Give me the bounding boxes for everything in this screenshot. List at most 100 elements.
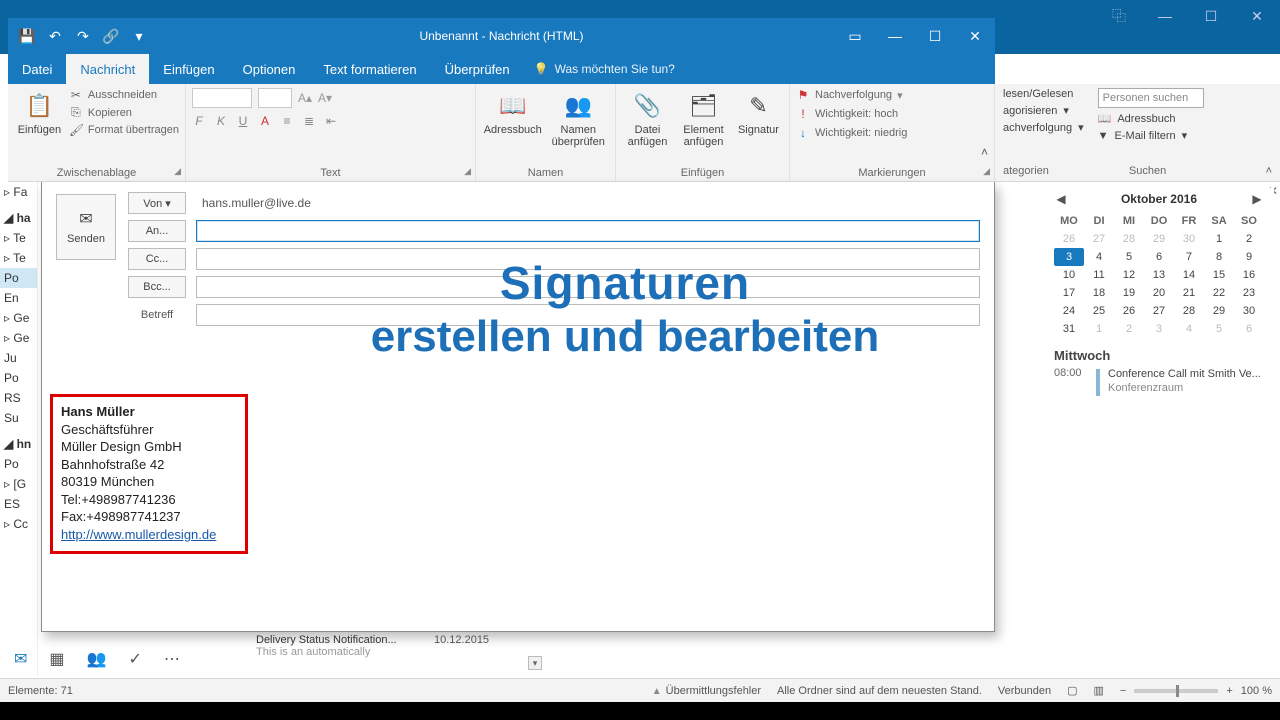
calendar-day[interactable]: 13 [1144,266,1174,284]
folder-item[interactable]: ▹ Ge [0,308,37,328]
calendar-day[interactable]: 3 [1054,248,1084,266]
zoom-out-icon[interactable]: − [1120,685,1126,697]
calendar-day[interactable]: 9 [1234,248,1264,266]
bold-button[interactable]: F [192,114,206,128]
calendar-day[interactable]: 26 [1054,230,1084,248]
main-close-icon[interactable]: ✕ [1234,0,1280,32]
followup-button[interactable]: ⚑Nachverfolgung ▾ [796,88,988,102]
folder-item[interactable]: ◢ hn [0,434,37,454]
calendar-day[interactable]: 16 [1234,266,1264,284]
msg-subject[interactable]: Delivery Status Notification... [256,634,536,646]
scroll-down-icon[interactable]: ▾ [528,656,542,670]
folder-item[interactable]: ▹ Ge [0,328,37,348]
attach-item-button[interactable]: 🗂 Element anfügen [677,88,730,148]
categorize-button[interactable]: agorisieren ▾ [1003,104,1084,117]
folder-item[interactable]: Po [0,454,37,474]
msg-close-icon[interactable]: ✕ [955,18,995,54]
indent-button[interactable]: ⇤ [324,114,338,128]
main-maximize-icon[interactable]: ☐ [1188,0,1234,32]
cut-button[interactable]: ✂Ausschneiden [69,88,179,102]
calendar-day[interactable]: 14 [1174,266,1204,284]
calendar-day[interactable]: 15 [1204,266,1234,284]
calendar-day[interactable]: 19 [1114,284,1144,302]
people-search-input[interactable]: Personen suchen [1098,88,1204,108]
send-button[interactable]: ✉ Senden [56,194,116,260]
calendar-day[interactable]: 4 [1174,320,1204,338]
nav-tasks-icon[interactable]: ✓ [128,649,141,669]
msg-popup-icon[interactable]: ▭ [835,18,875,54]
calendar-day[interactable]: 27 [1084,230,1114,248]
calendar-day[interactable]: 20 [1144,284,1174,302]
save-icon[interactable]: 💾 [18,28,36,45]
calendar-day[interactable]: 6 [1234,320,1264,338]
paste-button[interactable]: 📋 Einfügen [14,88,65,136]
folder-item[interactable]: Su [0,408,37,428]
collapse-ribbon-icon[interactable]: ˄ [981,145,988,159]
font-family-combo[interactable] [192,88,252,108]
calendar-day[interactable]: 2 [1114,320,1144,338]
folder-item[interactable]: RS [0,388,37,408]
nav-people-icon[interactable]: 👥 [87,649,107,669]
calendar-day[interactable]: 18 [1084,284,1114,302]
font-size-combo[interactable] [258,88,292,108]
calendar-day[interactable]: 24 [1054,302,1084,320]
importance-low-button[interactable]: ↓Wichtigkeit: niedrig [796,126,988,140]
folder-item[interactable]: Ju [0,348,37,368]
calendar-month-label[interactable]: Oktober 2016 [1121,192,1197,206]
calendar-day[interactable]: 2 [1234,230,1264,248]
calendar-day[interactable]: 1 [1204,230,1234,248]
main-addressbook-button[interactable]: 📖 Adressbuch [1098,112,1204,125]
shrink-font-icon[interactable]: A▾ [318,91,332,105]
bcc-button[interactable]: Bcc... [128,276,186,298]
calendar-day[interactable]: 10 [1054,266,1084,284]
calendar-day[interactable]: 25 [1084,302,1114,320]
calendar-day[interactable]: 4 [1084,248,1114,266]
calendar-day[interactable]: 28 [1174,302,1204,320]
folder-item[interactable]: En [0,288,37,308]
addressbook-button[interactable]: 📖 Adressbuch [482,88,544,136]
undo-icon[interactable]: ↶ [46,28,64,45]
numbering-button[interactable]: ≣ [302,114,316,128]
calendar-day[interactable]: 29 [1144,230,1174,248]
zoom-control[interactable]: − + 100 % [1120,685,1272,697]
nav-calendar-icon[interactable]: ▦ [49,649,64,669]
next-month-icon[interactable]: ▶ [1250,192,1264,206]
calendar-day[interactable]: 5 [1114,248,1144,266]
filter-email-button[interactable]: ▼ E-Mail filtern ▾ [1098,129,1204,142]
from-button[interactable]: Von ▾ [128,192,186,214]
nav-more-icon[interactable]: ⋯ [164,649,180,669]
calendar-day[interactable]: 6 [1144,248,1174,266]
view-normal-icon[interactable]: ▢ [1067,684,1077,697]
calendar-day[interactable]: 28 [1114,230,1144,248]
tab-format-text[interactable]: Text formatieren [309,54,430,84]
copy-button[interactable]: ⎘Kopieren [69,105,179,120]
collapse-ribbon-icon[interactable]: ˄ [1266,165,1272,177]
tab-review[interactable]: Überprüfen [431,54,524,84]
nav-mail-icon[interactable]: ✉ [14,649,27,669]
dialog-launcher-icon[interactable]: ◢ [464,166,471,177]
check-names-button[interactable]: 👥 Namen überprüfen [548,88,610,148]
calendar-day[interactable]: 29 [1204,302,1234,320]
calendar-day[interactable]: 17 [1054,284,1084,302]
to-button[interactable]: An... [128,220,186,242]
calendar-event[interactable]: 08:00 Conference Call mit Smith Ve... Ko… [1044,365,1274,398]
calendar-day[interactable]: 12 [1114,266,1144,284]
folder-item[interactable]: Po [0,368,37,388]
bullets-button[interactable]: ≡ [280,114,294,128]
folder-item[interactable]: ◢ ha [0,208,37,228]
bcc-field[interactable] [196,276,980,298]
main-popup-icon[interactable]: ⿻ [1096,0,1142,32]
calendar-day[interactable]: 3 [1144,320,1174,338]
calendar-day[interactable]: 30 [1174,230,1204,248]
folder-item[interactable]: Po [0,268,37,288]
italic-button[interactable]: K [214,114,228,128]
attach-file-button[interactable]: 📎 Datei anfügen [622,88,673,148]
calendar-day[interactable]: 31 [1054,320,1084,338]
calendar-day[interactable]: 27 [1144,302,1174,320]
tab-file[interactable]: Datei [8,54,66,84]
tell-me-search[interactable]: Was möchten Sie tun? [534,54,675,84]
font-color-button[interactable]: A [258,114,272,128]
signature-button[interactable]: ✎ Signatur [734,88,783,136]
dialog-launcher-icon[interactable]: ◢ [174,166,181,177]
tab-message[interactable]: Nachricht [66,54,149,84]
